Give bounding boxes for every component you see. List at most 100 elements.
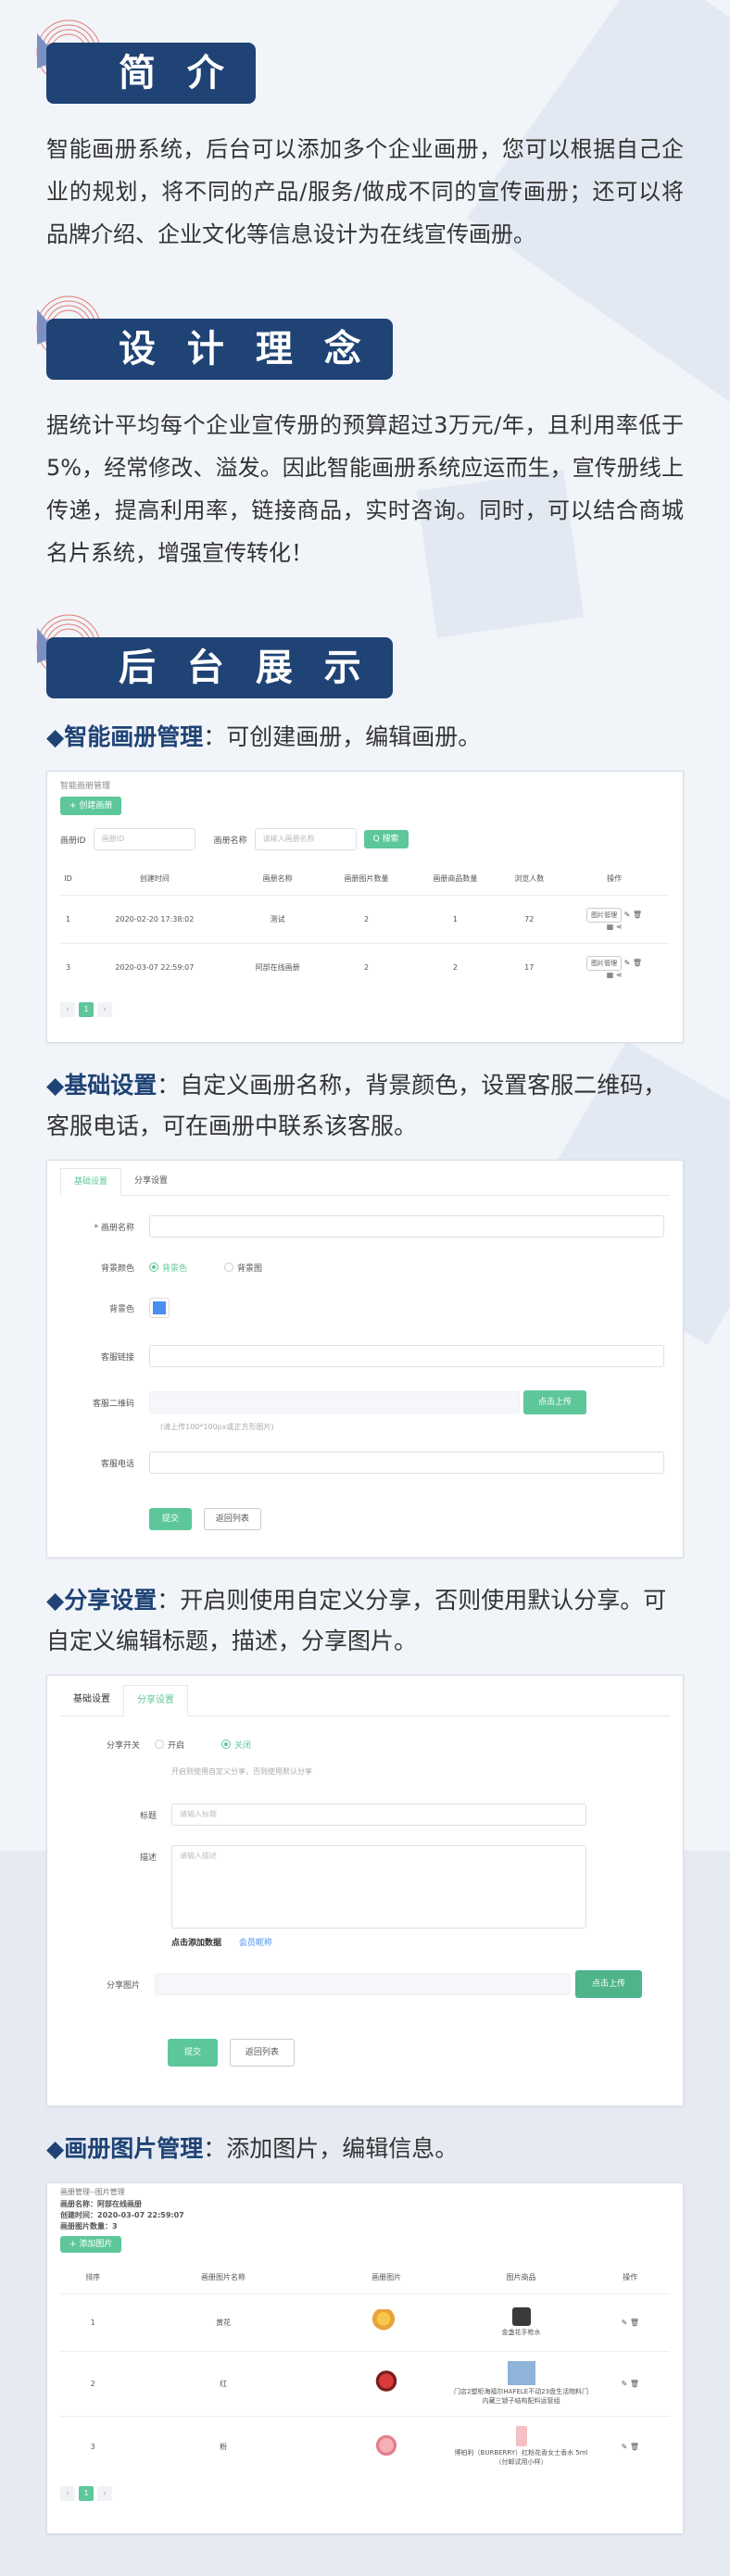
share-switch-row: 分享开关 开启 关闭 — [47, 1733, 664, 1755]
add-data-link[interactable]: 点击添加数据 — [171, 1939, 221, 1948]
delete-icon[interactable]: 🗑 — [633, 959, 642, 967]
intro-paragraph: 智能画册系统，后台可以添加多个企业画册，您可以根据自己企业的规划，将不同的产品/… — [46, 136, 684, 247]
row-actions: 图片管理 ✎ 🗑 ▦ ⋖ — [559, 942, 670, 991]
bg-image-radio[interactable]: 背景图 — [224, 1262, 262, 1274]
share-desc-row: 描述 请输入描述 — [47, 1845, 664, 1929]
next-page-icon[interactable]: › — [97, 1002, 112, 1017]
edit-icon[interactable]: ✎ — [622, 2318, 628, 2327]
image-manage-button[interactable]: 图片管理 — [586, 907, 623, 923]
share-icon[interactable]: ⋖ — [616, 971, 623, 979]
section-heading-concept: 设 计 理 念 — [36, 293, 684, 380]
service-link-field[interactable] — [149, 1345, 664, 1367]
delete-icon[interactable]: 🗑 — [633, 911, 642, 919]
table-row: 2 红 门店2塑柜海福尔HAFELE不动23盘生活物料门内藏三锁子结构配料运管组… — [60, 2350, 670, 2416]
picture-goods: 博柏利（BURBERRY）红粉花香女士香水 5ml（付邮试用小样） — [451, 2415, 591, 2477]
pagination: ‹ 1 › — [60, 2486, 670, 2501]
service-phone-row: 客服电话 — [47, 1449, 670, 1476]
picture-table: 排序 画册图片名称 画册图片 图片商品 操作 1 黄花 金盏花手枪水 ✎ 🗑 2… — [60, 2262, 670, 2477]
back-to-list-button[interactable]: 返回列表 — [229, 2039, 295, 2067]
basic-settings-screenshot: 基础设置 分享设置 * 画册名称 背景颜色 背景色 背景图 背景色 客服链接 客… — [46, 1160, 684, 1558]
share-image-row: 分享图片 点击上传 — [47, 1970, 664, 1998]
section-title: 后 台 展 示 — [46, 637, 393, 698]
share-image-path-field[interactable] — [155, 1973, 570, 1995]
member-nickname-link[interactable]: 会员昵称 — [239, 1939, 272, 1948]
subheading-picture-management: ◆画册图片管理：添加图片，编辑信息。 — [46, 2135, 459, 2162]
tab-share[interactable]: 分享设置 — [121, 1168, 181, 1195]
page-number[interactable]: 1 — [79, 2486, 94, 2501]
service-link-row: 客服链接 — [47, 1342, 670, 1370]
service-phone-field[interactable] — [149, 1451, 664, 1474]
album-id-input[interactable]: 画册ID — [93, 828, 195, 850]
submit-button[interactable]: 提交 — [149, 1508, 193, 1530]
page-number[interactable]: 1 — [79, 1002, 94, 1017]
picture-thumbnail — [321, 2293, 452, 2351]
album-name: 画册名称：阿部在线画册 — [60, 2200, 142, 2208]
back-to-list-button[interactable]: 返回列表 — [203, 1508, 261, 1530]
picture-thumbnail — [321, 2350, 452, 2416]
share-title-field[interactable]: 请输入标题 — [171, 1803, 586, 1826]
delete-icon[interactable]: 🗑 — [630, 2318, 639, 2327]
row-actions: 图片管理 ✎ 🗑 ▦ ⋖ — [559, 894, 670, 943]
color-picker[interactable] — [149, 1298, 170, 1318]
subheading-basic-settings: ◆基础设置：自定义画册名称，背景颜色，设置客服二维码，客服电话，可在画册中联系该… — [46, 1072, 667, 1139]
album-table: ID 创建时间 画册名称 画册图片数量 画册商品数量 浏览人数 操作 1 202… — [60, 863, 670, 991]
section-heading-backend: 后 台 展 示 — [36, 611, 684, 698]
picture-goods: 金盏花手枪水 — [451, 2293, 591, 2351]
qrcode-icon[interactable]: ▦ — [607, 971, 614, 979]
section-title: 简 介 — [46, 43, 256, 104]
qrcode-hint: (请上传100*100px或正方形图片) — [160, 1423, 274, 1431]
album-created-time: 创建时间：2020-03-07 22:59:07 — [60, 2211, 184, 2219]
submit-button[interactable]: 提交 — [168, 2039, 219, 2067]
share-settings-screenshot: 基础设置 分享设置 分享开关 开启 关闭 开启则使用自定义分享，否则使用默认分享… — [46, 1675, 684, 2106]
breadcrumb: 画册管理--图片管理 — [60, 2188, 125, 2196]
section-title: 设 计 理 念 — [46, 319, 393, 380]
subheading-album-management: ◆智能画册管理：可创建画册，编辑画册。 — [46, 723, 482, 750]
share-switch-hint: 开启则使用自定义分享，否则使用默认分享 — [171, 1767, 312, 1776]
create-album-button[interactable]: + 创建画册 — [60, 797, 122, 815]
album-name-row: * 画册名称 — [47, 1213, 670, 1240]
add-picture-button[interactable]: + 添加图片 — [60, 2236, 122, 2253]
flower-image — [372, 2369, 401, 2396]
tab-basic[interactable]: 基础设置 — [60, 1685, 123, 1715]
tab-share[interactable]: 分享设置 — [123, 1685, 188, 1716]
share-on-radio[interactable]: 开启 — [155, 1739, 184, 1751]
table-row: 3 粉 博柏利（BURBERRY）红粉花香女士香水 5ml（付邮试用小样） ✎ … — [60, 2415, 670, 2477]
picture-thumbnail — [321, 2415, 452, 2477]
bg-color-radio[interactable]: 背景色 — [149, 1262, 187, 1274]
table-row: 1 黄花 金盏花手枪水 ✎ 🗑 — [60, 2293, 670, 2351]
upload-qrcode-button[interactable]: 点击上传 — [523, 1390, 587, 1414]
edit-icon[interactable]: ✎ — [622, 2380, 628, 2388]
album-name-input[interactable]: 请输入画册名称 — [254, 828, 357, 850]
pagination: ‹ 1 › — [60, 1002, 670, 1017]
share-title-row: 标题 请输入标题 — [47, 1801, 664, 1828]
qrcode-path-field[interactable] — [149, 1391, 520, 1414]
filter-bar: 画册ID 画册ID 画册名称 请输入画册名称 Q 搜索 — [60, 828, 670, 850]
album-name-field[interactable] — [149, 1215, 664, 1238]
table-row: 3 2020-03-07 22:59:07 阿部在线画册 2 2 17 图片管理… — [60, 942, 670, 991]
form-actions: 提交 返回列表 — [47, 1508, 670, 1530]
share-off-radio[interactable]: 关闭 — [221, 1739, 251, 1751]
prev-page-icon[interactable]: ‹ — [60, 2486, 75, 2501]
subheading-share-settings: ◆分享设置：开启则使用自定义分享，否则使用默认分享。可自定义编辑标题，描述，分享… — [46, 1587, 667, 1654]
delete-icon[interactable]: 🗑 — [630, 2443, 639, 2451]
share-desc-textarea[interactable]: 请输入描述 — [171, 1845, 586, 1929]
concept-paragraph: 据统计平均每个企业宣传册的预算超过3万元/年，且利用率低于5%，经常修改、溢发。… — [46, 412, 684, 566]
edit-icon[interactable]: ✎ — [622, 2443, 628, 2451]
bg-color-row: 背景色 — [47, 1294, 670, 1322]
prev-page-icon[interactable]: ‹ — [60, 1002, 75, 1017]
edit-icon[interactable]: ✎ — [624, 911, 631, 919]
tab-basic[interactable]: 基础设置 — [60, 1168, 122, 1196]
table-row: 1 2020-02-20 17:38:02 测试 2 1 72 图片管理 ✎ 🗑… — [60, 894, 670, 943]
qrcode-icon[interactable]: ▦ — [607, 923, 614, 931]
qrcode-row: 客服二维码 点击上传 — [47, 1389, 670, 1416]
delete-icon[interactable]: 🗑 — [630, 2380, 639, 2388]
upload-share-image-button[interactable]: 点击上传 — [575, 1970, 643, 1998]
flower-image — [371, 2431, 402, 2460]
search-button[interactable]: Q 搜索 — [363, 830, 409, 848]
image-manage-button[interactable]: 图片管理 — [586, 955, 623, 971]
edit-icon[interactable]: ✎ — [624, 959, 631, 967]
desc-helpers: 点击添加数据 会员昵称 — [47, 1936, 664, 1948]
flower-image — [372, 2309, 401, 2333]
share-icon[interactable]: ⋖ — [616, 923, 623, 931]
next-page-icon[interactable]: › — [97, 2486, 112, 2501]
